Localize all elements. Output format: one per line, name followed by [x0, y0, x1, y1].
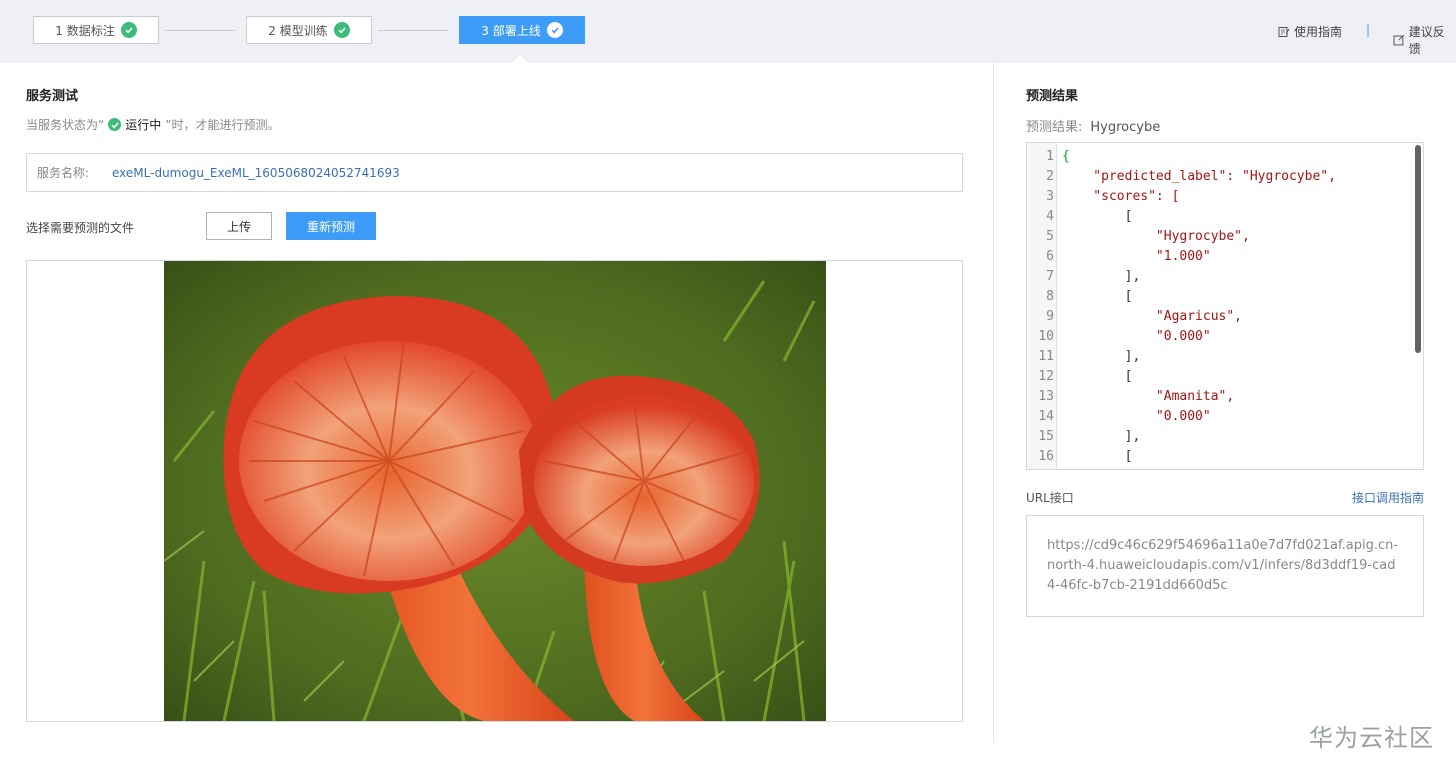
json-result-viewer[interactable]: 1 {2 "predicted_label": "Hygrocybe", 3 "sc…	[1026, 142, 1424, 470]
preview-image-frame	[26, 260, 963, 722]
hint-prefix: 当服务状态为“	[26, 118, 105, 132]
url-interface-title: URL接口	[1026, 491, 1074, 505]
service-status-hint: 当服务状态为“ 运行中 ”时，才能进行预测。	[26, 116, 279, 133]
service-name-label: 服务名称:	[37, 166, 90, 180]
step-label: 2 模型训练	[268, 23, 328, 38]
upload-button[interactable]: 上传	[206, 212, 272, 240]
top-bar: 1 数据标注 2 模型训练 3 部署上线 使用指南 | 建议反馈	[0, 0, 1456, 63]
step-model-training[interactable]: 2 模型训练	[246, 16, 372, 44]
repredict-button[interactable]: 重新预测	[286, 212, 376, 240]
code-line: "predicted_label": "Hygrocybe",	[1062, 169, 1336, 184]
code-scrollbar[interactable]	[1415, 145, 1421, 353]
feedback-link[interactable]: 建议反馈	[1393, 23, 1456, 57]
service-name-field: 服务名称: exeML-dumogu_ExeML_160506802405274…	[26, 153, 963, 192]
code-line: "Amanita",	[1062, 389, 1235, 404]
mushroom-photo	[164, 261, 826, 721]
link-separator: |	[1366, 23, 1371, 37]
running-status-icon	[108, 118, 122, 131]
feedback-icon	[1393, 34, 1405, 46]
step-label: 1 数据标注	[55, 23, 115, 38]
line-number: 14	[1038, 409, 1054, 424]
result-label: 预测结果:	[1026, 120, 1083, 135]
line-number: 9	[1046, 309, 1054, 324]
step-data-labeling[interactable]: 1 数据标注	[33, 16, 159, 44]
check-icon	[546, 22, 563, 38]
code-line: "0.000"	[1062, 329, 1211, 344]
line-number: 15	[1038, 429, 1054, 444]
line-number: 10	[1038, 329, 1054, 344]
service-test-title: 服务测试	[26, 89, 79, 104]
line-number: 13	[1038, 389, 1054, 404]
code-line: "Agaricus",	[1062, 309, 1243, 324]
code-line: [	[1062, 289, 1133, 304]
line-number: 16	[1038, 449, 1054, 464]
code-line: "1.000"	[1062, 249, 1211, 264]
line-number: 2	[1046, 169, 1054, 184]
file-select-label: 选择需要预测的文件	[26, 221, 135, 235]
step-deploy[interactable]: 3 部署上线	[459, 16, 585, 44]
hint-suffix: ”时，才能进行预测。	[165, 118, 280, 132]
code-line: [	[1062, 209, 1133, 224]
edit-note-icon	[1278, 26, 1290, 37]
code-line: ],	[1062, 349, 1141, 364]
line-number: 7	[1046, 269, 1054, 284]
code-line: "Hygrocybe",	[1062, 229, 1250, 244]
api-guide-link[interactable]: 接口调用指南	[1352, 489, 1424, 506]
line-number: 5	[1046, 229, 1054, 244]
line-number: 11	[1038, 349, 1054, 364]
check-icon	[333, 22, 350, 38]
hint-status: 运行中	[125, 118, 162, 132]
line-number: 3	[1046, 189, 1054, 204]
feedback-label: 建议反馈	[1408, 25, 1445, 56]
active-step-pointer	[512, 55, 528, 63]
service-name-value: exeML-dumogu_ExeML_1605068024052741693	[112, 165, 400, 180]
code-line: "0.000"	[1062, 409, 1211, 424]
panel-divider	[993, 63, 994, 743]
line-number: 8	[1046, 289, 1054, 304]
code-line: [	[1062, 369, 1133, 384]
usage-guide-link[interactable]: 使用指南	[1278, 23, 1342, 40]
line-number: 12	[1038, 369, 1054, 384]
step-label: 3 部署上线	[481, 23, 541, 38]
code-line: ],	[1062, 269, 1141, 284]
usage-guide-label: 使用指南	[1294, 25, 1343, 39]
code-line: {	[1062, 149, 1070, 164]
result-value: Hygrocybe	[1090, 120, 1161, 135]
code-line: "scores": [	[1062, 189, 1180, 204]
code-line: [	[1062, 449, 1133, 464]
line-number: 1	[1046, 149, 1054, 164]
prediction-title: 预测结果	[1026, 89, 1079, 104]
step-connector	[378, 30, 448, 31]
check-icon	[120, 22, 137, 38]
line-number: 6	[1046, 249, 1054, 264]
watermark: 华为云社区	[1309, 724, 1434, 752]
line-number: 4	[1046, 209, 1054, 224]
code-line: ],	[1062, 429, 1141, 444]
api-url-field[interactable]: https://cd9c46c629f54696a11a0e7d7fd021af…	[1026, 515, 1424, 617]
prediction-result: 预测结果: Hygrocybe	[1026, 116, 1160, 135]
step-connector	[165, 30, 235, 31]
